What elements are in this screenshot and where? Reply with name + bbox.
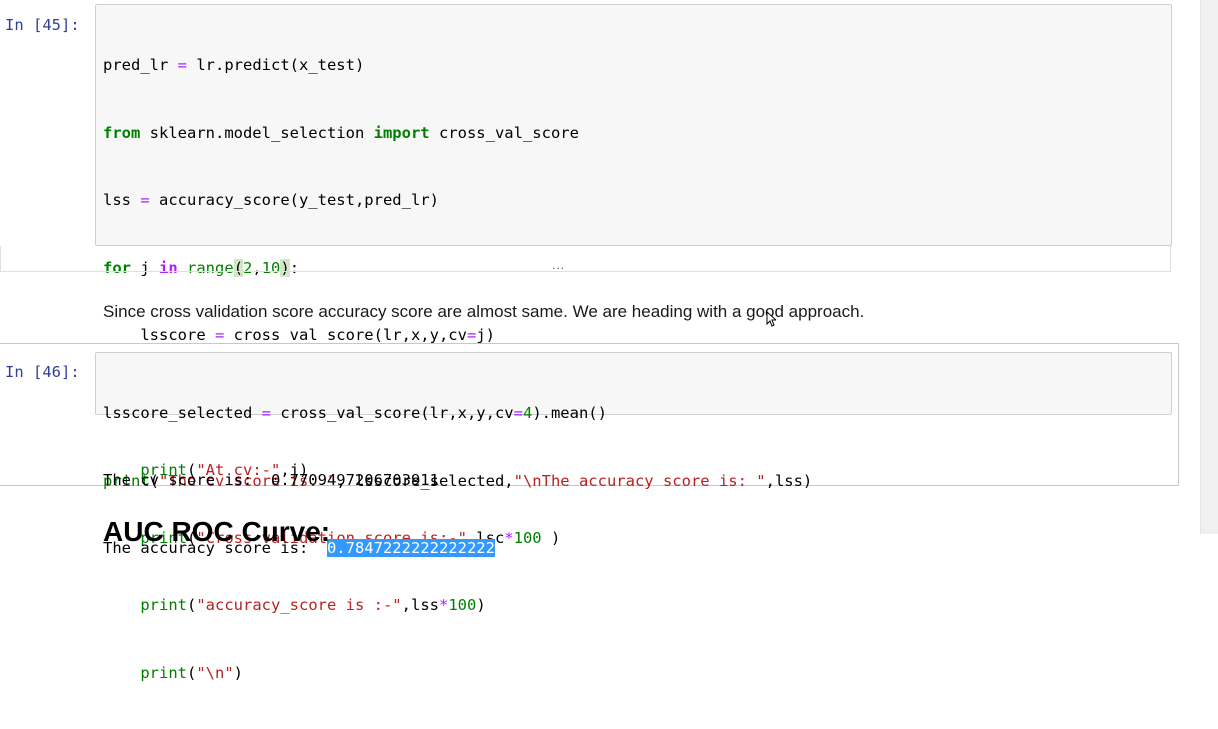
notebook-area: In [45]: pred_lr = lr.predict(x_test) fr…: [0, 0, 1201, 682]
cell-46-output: The cv score is: 0.7709497206703911 The …: [103, 424, 495, 604]
cell-45-prompt: In [45]:: [5, 16, 80, 34]
cell-45-code-editor[interactable]: pred_lr = lr.predict(x_test) from sklear…: [95, 4, 1172, 682]
output-accuracy-value-selected[interactable]: 0.7847222222222222: [326, 538, 495, 557]
output-cv-label: The cv score is:: [103, 471, 271, 489]
code-line: lsscore_selected = cross_val_score(lr,x,…: [103, 404, 607, 422]
collapsed-output-bar[interactable]: [0, 246, 1171, 272]
code-line: print("\n"): [140, 663, 244, 682]
markdown-text: Since cross validation score accuracy sc…: [103, 302, 865, 321]
code-line: pred_lr = lr.predict(x_test): [103, 56, 365, 74]
vertical-scrollbar[interactable]: [1200, 0, 1218, 534]
collapsed-output-ellipsis[interactable]: ...: [552, 258, 565, 272]
cell-46-prompt: In [46]:: [5, 363, 80, 381]
mouse-cursor-icon: [766, 311, 776, 327]
code-line: from sklearn.model_selection import cros…: [103, 123, 579, 142]
code-line: lss = accuracy_score(y_test,pred_lr): [103, 191, 439, 209]
section-heading: AUC ROC Curve:: [103, 516, 331, 547]
output-cv-value: 0.7709497206703911: [270, 471, 439, 489]
cell-46-code-editor[interactable]: lsscore_selected = cross_val_score(lr,x,…: [95, 352, 1172, 490]
